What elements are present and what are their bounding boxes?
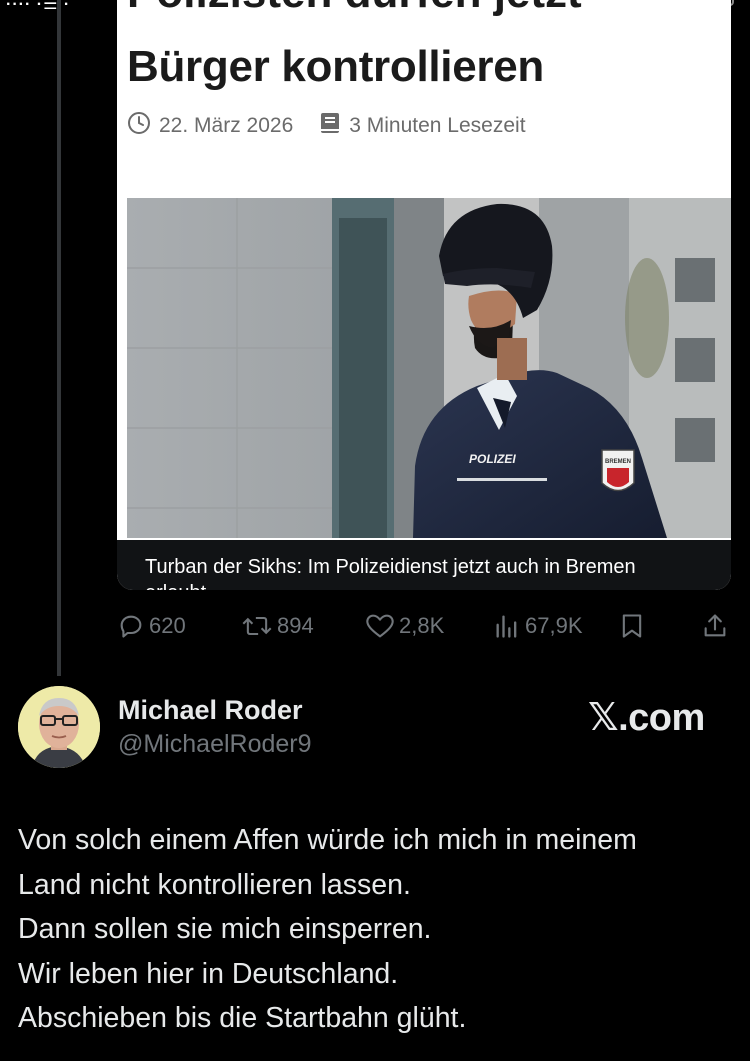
share-button[interactable] (701, 610, 733, 642)
article-card[interactable]: Polizisten dürfen jetzt Bürger kontrolli… (117, 0, 731, 590)
author-handle[interactable]: @MichaelRoder9 (118, 730, 312, 759)
repost-button[interactable]: 894 (241, 610, 314, 642)
article-photo[interactable]: POLIZEI BREMEN (127, 198, 731, 538)
x-logo: 𝕏.com (588, 697, 705, 739)
tweet-line: Von solch einem Affen würde ich mich in … (18, 824, 637, 856)
tweet-actions: 620 894 2,8K 67,9K (117, 610, 731, 642)
tweet-line: Dann sollen sie mich einsperren. (18, 913, 432, 945)
reply-icon (120, 615, 142, 638)
avatar[interactable] (18, 686, 100, 768)
bookmark-icon (622, 614, 642, 638)
tweet-line: Land nicht kontrollieren lassen. (18, 868, 411, 901)
book-icon (319, 111, 341, 141)
repost-icon (242, 616, 272, 636)
bookmark-button[interactable] (619, 610, 649, 642)
author-name[interactable]: Michael Roder (118, 695, 303, 726)
photo-caption-tail: erlaubt (145, 582, 206, 590)
photo-label-polizei: POLIZEI (469, 452, 516, 466)
article-headline-line1: Polizisten dürfen jetzt (127, 0, 582, 18)
article-headline-line2: Bürger kontrollieren (127, 42, 544, 91)
article-date: 22. März 2026 (159, 114, 294, 137)
article-read-time: 3 Minuten Lesezeit (349, 114, 526, 137)
repost-count: 894 (277, 613, 314, 638)
photo-label-bremen: BREMEN (605, 459, 631, 465)
like-count: 2,8K (399, 613, 445, 638)
like-icon (366, 614, 394, 638)
tweet-line: Wir leben hier in Deutschland. (18, 957, 399, 990)
thread-connector-line (57, 0, 61, 676)
like-button[interactable]: 2,8K (365, 610, 444, 642)
author-block: Michael Roder @MichaelRoder9 𝕏.com (0, 680, 750, 780)
views-button[interactable]: 67,9K (493, 610, 583, 642)
article-meta: 22. März 2026 3 Minuten Lesezeit (127, 112, 526, 140)
views-count: 67,9K (525, 613, 583, 638)
share-icon (704, 614, 726, 637)
reply-button[interactable]: 620 (117, 610, 186, 642)
tweet-text: Von solch einem Affen würde ich mich in … (18, 818, 738, 1041)
views-icon (496, 615, 517, 638)
reply-count: 620 (149, 613, 186, 638)
tweet-line: Abschieben bis die Startbahn glüht. (18, 1002, 467, 1034)
clock-icon (127, 111, 151, 141)
photo-caption: Turban der Sikhs: Im Polizeidienst jetzt… (145, 556, 636, 578)
